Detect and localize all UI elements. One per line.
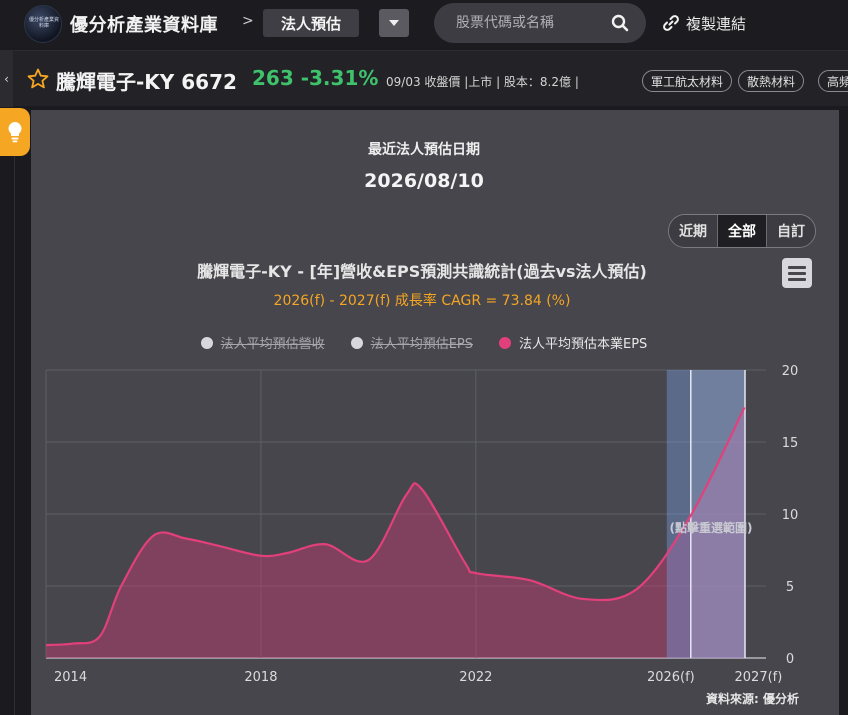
y-tick-label: 5 <box>786 580 794 595</box>
x-tick-label: 2014 <box>54 670 87 685</box>
x-tick-label: 2027(f) <box>735 670 783 685</box>
forecast-band-left <box>666 370 691 658</box>
y-tick-label: 20 <box>782 364 799 379</box>
forecast-band-label: (點擊重選範圍) <box>670 520 753 535</box>
x-tick-label: 2022 <box>459 670 492 685</box>
x-tick-label: 2026(f) <box>647 670 695 685</box>
forecast-band-selected <box>690 370 746 658</box>
y-tick-label: 0 <box>786 652 794 667</box>
data-source: 資料來源: 優分析 <box>706 692 799 706</box>
y-tick-label: 15 <box>782 436 799 451</box>
x-tick-label: 2018 <box>244 670 277 685</box>
eps-area-fill <box>46 407 745 658</box>
y-tick-label: 10 <box>782 508 799 523</box>
eps-area-chart[interactable]: 0 5 10 15 20 2014 2018 2022 2026(f) 2027(f) (點擊重選範… <box>0 0 848 715</box>
